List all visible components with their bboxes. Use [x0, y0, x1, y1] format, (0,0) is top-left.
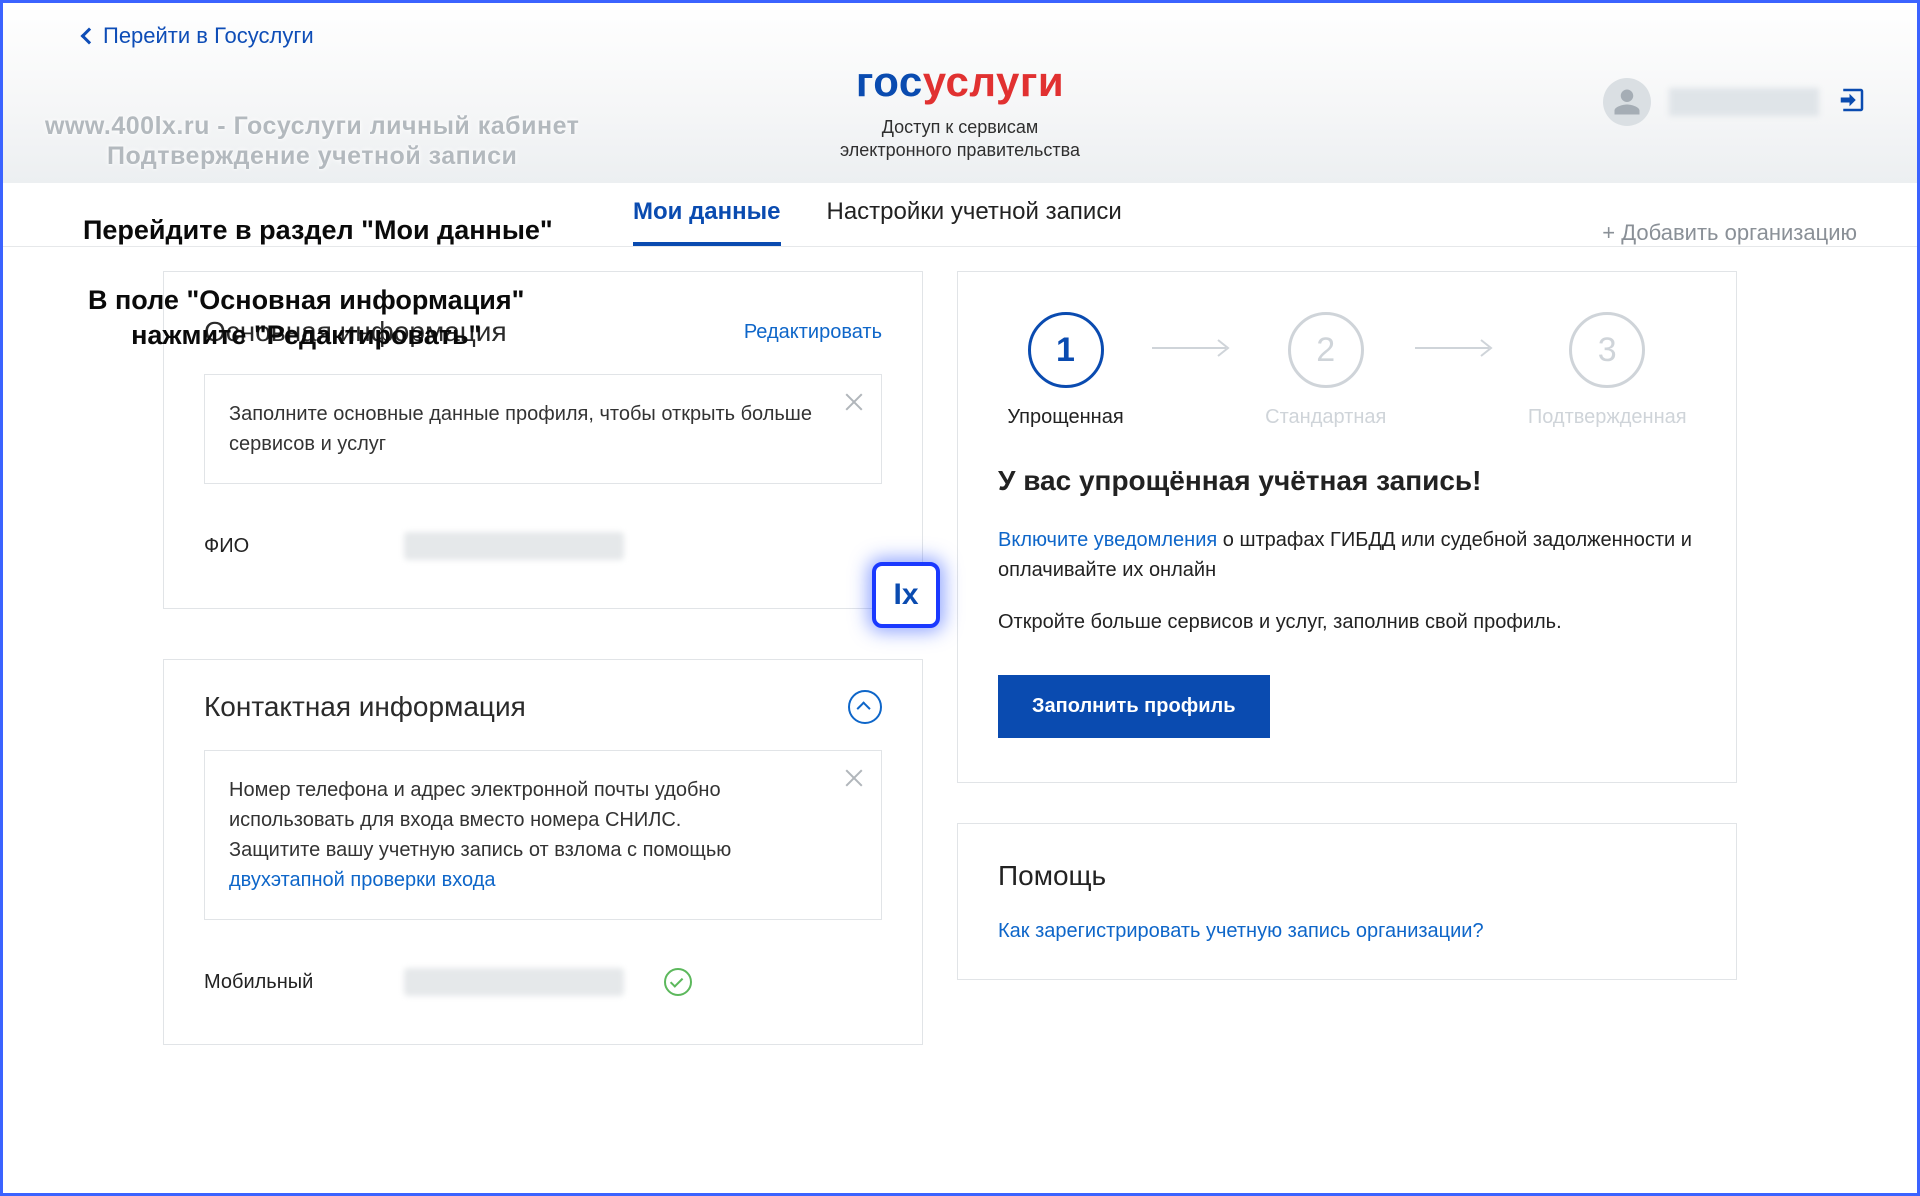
instruction-hint: В поле "Основная информация" нажмите "Ре… [88, 283, 524, 353]
fio-value-blurred [404, 532, 624, 560]
basic-info-notice: Заполните основные данные профиля, чтобы… [204, 374, 882, 484]
ix-watermark-badge: Ix [872, 562, 940, 628]
tabs: Мои данные Настройки учетной записи [633, 198, 1122, 246]
tabs-row: Перейдите в раздел "Мои данные" Мои данн… [3, 183, 1917, 247]
header: Перейти в Госуслуги www.400lx.ru - Госус… [3, 3, 1917, 183]
enable-notifications-link[interactable]: Включите уведомления [998, 529, 1217, 551]
fill-profile-button[interactable]: Заполнить профиль [998, 675, 1270, 738]
back-link-label: Перейти в Госуслуги [103, 23, 314, 49]
tab-my-data[interactable]: Мои данные [633, 198, 781, 246]
arrow-icon [1415, 338, 1499, 363]
mobile-row: Мобильный [204, 950, 882, 1014]
column-left: Основная информация Редактировать Заполн… [163, 271, 923, 1095]
fio-label: ФИО [204, 535, 364, 558]
verified-check-icon [664, 968, 692, 996]
account-level-card: 1 Упрощенная 2 Стандартная 3 Подтвержден… [957, 271, 1737, 783]
help-link-register-org[interactable]: Как зарегистрировать учетную запись орга… [998, 920, 1696, 943]
contact-info-card: Контактная информация Номер телефона и а… [163, 659, 923, 1045]
content: Основная информация Редактировать Заполн… [3, 247, 1917, 1095]
user-name-blurred [1669, 88, 1819, 116]
contact-info-title: Контактная информация [204, 691, 526, 723]
status-text-2: Откройте больше сервисов и услуг, заполн… [998, 607, 1696, 637]
logout-icon [1837, 85, 1867, 115]
user-area [1603, 78, 1867, 126]
status-text-1: Включите уведомления о штрафах ГИБДД или… [998, 525, 1696, 585]
steps: 1 Упрощенная 2 Стандартная 3 Подтвержден… [998, 312, 1696, 429]
column-right: 1 Упрощенная 2 Стандартная 3 Подтвержден… [957, 271, 1737, 1095]
tab-account-settings[interactable]: Настройки учетной записи [827, 198, 1122, 246]
step-1: 1 Упрощенная [1007, 312, 1123, 429]
avatar[interactable] [1603, 78, 1651, 126]
two-step-verification-link[interactable]: двухэтапной проверки входа [229, 869, 495, 891]
logout-button[interactable] [1837, 85, 1867, 120]
step-2: 2 Стандартная [1265, 312, 1386, 429]
edit-basic-info-link[interactable]: Редактировать [744, 321, 882, 344]
chevron-up-icon [857, 701, 871, 715]
help-card: Помощь Как зарегистрировать учетную запи… [957, 823, 1737, 980]
collapse-button[interactable] [848, 690, 882, 724]
mobile-value-blurred [404, 968, 624, 996]
help-title: Помощь [998, 860, 1696, 892]
contact-info-notice: Номер телефона и адрес электронной почты… [204, 750, 882, 920]
mobile-label: Мобильный [204, 971, 364, 994]
brand-logo: госуслуги Доступ к сервисам электронного… [840, 58, 1080, 163]
close-icon[interactable] [843, 767, 865, 789]
instruction-heading: Перейдите в раздел "Мои данные" [83, 215, 603, 246]
add-organization-link[interactable]: + Добавить организацию [1602, 220, 1857, 246]
close-icon[interactable] [843, 391, 865, 413]
fio-row: ФИО [204, 514, 882, 578]
back-to-gosuslugi-link[interactable]: Перейти в Госуслуги [83, 23, 314, 49]
user-icon [1612, 87, 1642, 117]
step-3: 3 Подтвержденная [1528, 312, 1687, 429]
chevron-left-icon [81, 28, 98, 45]
account-status-title: У вас упрощённая учётная запись! [998, 465, 1696, 497]
arrow-icon [1152, 338, 1236, 363]
watermark-overlay: www.400lx.ru - Госуслуги личный кабинет … [45, 111, 579, 171]
